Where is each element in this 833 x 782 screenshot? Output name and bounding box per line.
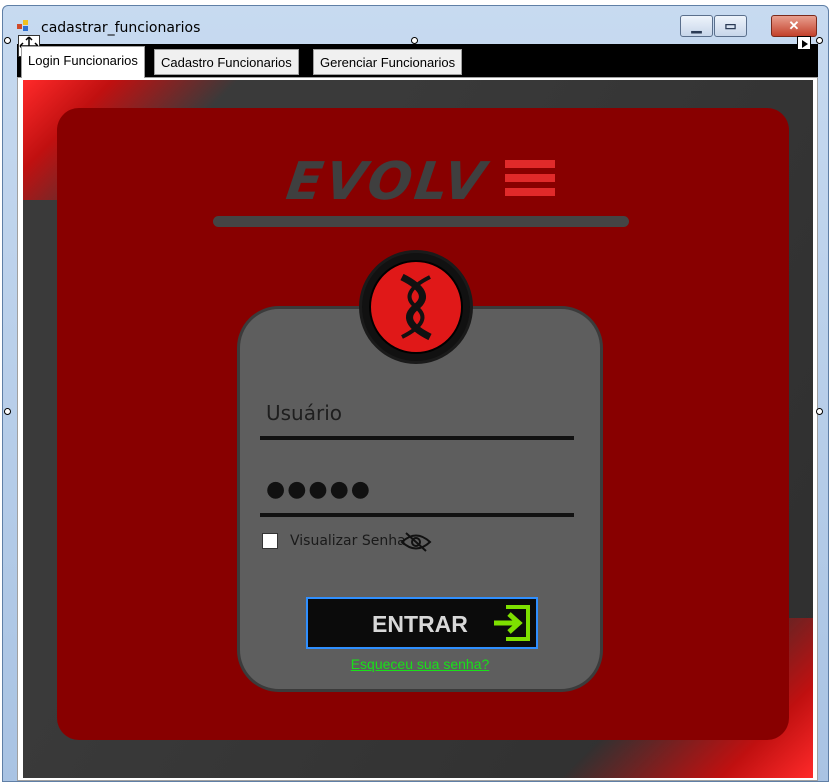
- form-client-area: Login Funcionarios Cadastro Funcionarios…: [17, 44, 818, 781]
- maximize-button[interactable]: ▭: [714, 15, 747, 37]
- maximize-icon: ▭: [724, 18, 737, 33]
- designer-window: cadastrar_funcionarios ▁ ▭ ✕ Login Funci…: [2, 5, 829, 782]
- logo-underline: [213, 216, 629, 227]
- login-background: EVOLV Usuário ●●●●● Visualizar Senha ENT…: [23, 80, 813, 778]
- login-panel: EVOLV Usuário ●●●●● Visualizar Senha ENT…: [57, 108, 789, 740]
- minimize-button[interactable]: ▁: [680, 15, 713, 37]
- eye-slash-icon[interactable]: [400, 531, 432, 553]
- login-card: Usuário ●●●●● Visualizar Senha ENTRAR Es…: [237, 306, 603, 692]
- tab-cadastro-funcionarios[interactable]: Cadastro Funcionarios: [154, 49, 299, 75]
- tab-gerenciar-funcionarios[interactable]: Gerenciar Funcionarios: [313, 49, 463, 75]
- title-bar: cadastrar_funcionarios ▁ ▭ ✕: [3, 6, 828, 40]
- window-title: cadastrar_funcionarios: [41, 20, 201, 36]
- tab-scroll-right-icon[interactable]: [797, 36, 811, 50]
- brand-logo-bars-icon: [505, 160, 555, 196]
- close-icon: ✕: [788, 18, 800, 33]
- show-password-checkbox[interactable]: [262, 533, 278, 549]
- minimize-icon: ▁: [691, 18, 702, 33]
- resize-handle-top[interactable]: [411, 37, 418, 44]
- resize-handle-top-right[interactable]: [816, 37, 823, 44]
- close-button[interactable]: ✕: [771, 15, 817, 37]
- enter-button-label: ENTRAR: [372, 611, 468, 637]
- show-password-label[interactable]: Visualizar Senha: [290, 533, 406, 549]
- app-icon: [17, 20, 29, 32]
- forgot-password-link[interactable]: Esqueceu sua senha?: [240, 656, 600, 672]
- password-underline: [260, 513, 574, 517]
- brand-logo: EVOLV: [282, 152, 492, 212]
- resize-handle-right[interactable]: [816, 408, 823, 415]
- sign-in-icon: [494, 605, 530, 641]
- tab-login-funcionarios[interactable]: Login Funcionarios: [21, 46, 145, 78]
- tab-page-login: EVOLV Usuário ●●●●● Visualizar Senha ENT…: [17, 77, 818, 781]
- resize-handle-left[interactable]: [4, 408, 11, 415]
- password-field[interactable]: ●●●●●: [266, 477, 372, 502]
- dna-emblem-icon: [359, 250, 473, 364]
- enter-button[interactable]: ENTRAR: [306, 597, 538, 649]
- username-field[interactable]: Usuário: [266, 401, 342, 425]
- username-underline: [260, 436, 574, 440]
- resize-handle-top-left[interactable]: [4, 37, 11, 44]
